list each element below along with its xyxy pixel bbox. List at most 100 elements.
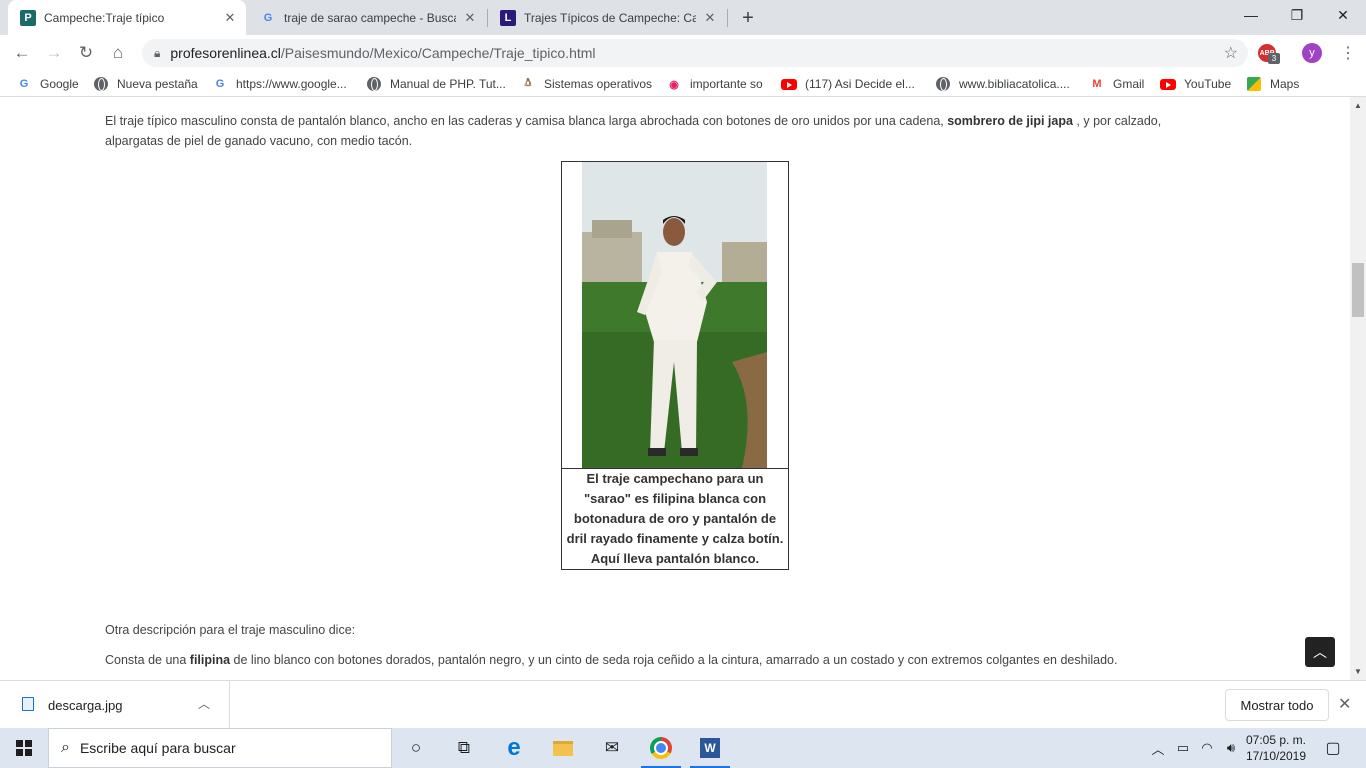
profile-avatar[interactable]: y [1302, 43, 1322, 63]
task-view-icon[interactable]: ⧉ [440, 728, 488, 768]
bookmark-label: (117) Asi Decide el... [805, 77, 915, 91]
back-arrow-icon[interactable]: ← [8, 39, 36, 67]
tab-separator [727, 9, 728, 27]
download-item[interactable]: descarga.jpg ︿ [0, 681, 230, 729]
close-window-icon[interactable]: ✕ [1320, 0, 1366, 30]
back-to-top-button[interactable]: ︿ [1305, 637, 1335, 667]
mail-icon[interactable]: ✉ [588, 728, 636, 768]
menu-dots-icon[interactable]: ⋮ [1336, 39, 1360, 67]
paragraph-text: Consta de una [105, 653, 190, 667]
second-description-paragraph: Consta de una filipina de lino blanco co… [105, 650, 1215, 670]
word-taskbar-icon[interactable]: W [686, 728, 734, 768]
vertical-scrollbar[interactable] [1350, 97, 1366, 680]
bookmark-label: https://www.google... [236, 77, 347, 91]
paragraph-text: de lino blanco con botones dorados, pant… [230, 653, 1118, 667]
bookmark-gmail[interactable]: M Gmail [1089, 75, 1144, 93]
bookmark-label: Gmail [1113, 77, 1145, 91]
tab-title: Trajes Típicos de Campeche: Cara [524, 10, 696, 25]
cortana-icon[interactable]: ○ [392, 728, 440, 768]
volume-icon[interactable]: 🔊︎ [1220, 728, 1242, 768]
bookmark-sistemas-operativos[interactable]: 🐧︎ Sistemas operativos [520, 75, 652, 93]
restore-icon[interactable]: ❐ [1274, 0, 1320, 30]
reload-icon[interactable]: ↻ [72, 39, 100, 67]
taskbar-search-box[interactable]: ⌕ Escribe aquí para buscar [48, 728, 392, 768]
edge-browser-icon[interactable]: e [490, 728, 538, 768]
bookmark-maps[interactable]: Maps [1246, 75, 1299, 93]
bookmark-label: Sistemas operativos [544, 77, 653, 91]
battery-icon[interactable]: ▭ [1172, 728, 1194, 768]
second-description-intro: Otra descripción para el traje masculino… [105, 623, 356, 637]
tab-title: traje de sarao campeche - Buscar [284, 10, 456, 25]
home-icon[interactable]: ⌂ [104, 39, 132, 67]
scroll-up-arrow-icon[interactable]: ▲ [1352, 99, 1364, 111]
new-tab-icon[interactable]: + [736, 6, 760, 30]
bookmark-label: Manual de PHP. Tut... [390, 77, 506, 91]
url-path: /Paisesmundo/Mexico/Campeche/Traje_tipic… [280, 45, 596, 61]
youtube-icon [1160, 76, 1176, 92]
windows-logo-icon [16, 740, 32, 756]
close-download-bar-icon[interactable]: ✕ [1338, 694, 1351, 714]
bookmark-nueva-pestana[interactable]: Nueva pestaña [93, 75, 198, 93]
notification-center-icon[interactable]: ▢ [1318, 728, 1348, 768]
paragraph-text: El traje típico masculino consta de pant… [105, 114, 948, 128]
tab-title: Campeche:Traje típico [44, 10, 165, 25]
close-tab-icon[interactable]: ✕ [462, 10, 478, 26]
extension-badge: 3 [1268, 53, 1280, 64]
bookmarks-bar: G Google Nueva pestaña G https://www.goo… [0, 71, 1366, 97]
clock-time: 07:05 p. m. [1245, 733, 1307, 747]
bookmark-label: Nueva pestaña [117, 77, 198, 91]
chevron-up-icon: ︿ [1313, 644, 1327, 660]
maps-icon [1246, 76, 1262, 92]
download-filename: descarga.jpg [48, 698, 123, 713]
windows-taskbar: ⌕ Escribe aquí para buscar ○ ⧉ e ✉ W ︿ ▭… [0, 728, 1366, 768]
bookmark-youtube-video[interactable]: (117) Asi Decide el... [781, 75, 915, 93]
google-icon: G [215, 78, 225, 90]
scrollbar-thumb[interactable] [1352, 263, 1364, 317]
close-tab-icon[interactable]: ✕ [222, 10, 238, 26]
minimize-icon[interactable]: — [1228, 0, 1274, 30]
chevron-up-icon[interactable]: ︿ [198, 695, 210, 712]
globe-icon [935, 76, 951, 92]
tab-google-search[interactable]: G traje de sarao campeche - Buscar ✕ [248, 0, 486, 35]
bookmark-label: www.bibliacatolica.... [959, 77, 1070, 91]
bookmark-star-icon[interactable]: ☆ [1224, 43, 1238, 63]
bookmark-label: Maps [1270, 77, 1300, 91]
gmail-icon: M [1092, 78, 1102, 90]
lock-icon[interactable]: 🔒︎ [154, 46, 160, 61]
lips-icon: ◉ [669, 78, 679, 91]
man-in-white-suit-photo [582, 162, 767, 468]
download-bar: descarga.jpg ︿ Mostrar todo ✕ [0, 680, 1366, 729]
bookmark-bibliacatolica[interactable]: www.bibliacatolica.... [935, 75, 1070, 93]
youtube-icon [781, 76, 797, 92]
profesorenlinea-favicon-icon: P [20, 9, 36, 26]
bookmark-label: Google [40, 77, 79, 91]
bookmark-manual-php[interactable]: Manual de PHP. Tut... [366, 75, 506, 93]
start-button[interactable] [0, 728, 48, 768]
google-favicon-icon: G [263, 11, 273, 24]
search-icon: ⌕ [61, 739, 70, 756]
bookmark-google-url[interactable]: G https://www.google... [212, 75, 347, 93]
bookmark-youtube[interactable]: YouTube [1160, 75, 1231, 93]
show-hidden-icons-icon[interactable]: ︿ [1148, 728, 1168, 768]
bookmark-google[interactable]: G Google [16, 75, 79, 93]
forward-arrow-icon[interactable]: → [40, 39, 68, 67]
chrome-taskbar-icon[interactable] [637, 728, 685, 768]
bookmark-importante[interactable]: ◉ importante so [666, 75, 763, 93]
wifi-icon[interactable]: ◠ [1196, 728, 1218, 768]
globe-icon [93, 76, 109, 92]
tab-campeche[interactable]: P Campeche:Traje típico ✕ [8, 0, 246, 35]
show-all-button[interactable]: Mostrar todo [1225, 689, 1329, 721]
intro-paragraph: El traje típico masculino consta de pant… [105, 111, 1215, 151]
file-explorer-icon[interactable] [539, 728, 587, 768]
globe-icon [366, 76, 382, 92]
close-tab-icon[interactable]: ✕ [702, 10, 718, 26]
l-favicon-icon: L [500, 9, 516, 26]
taskbar-clock[interactable]: 07:05 p. m. 17/10/2019 [1244, 732, 1308, 764]
clock-date: 17/10/2019 [1245, 749, 1307, 763]
search-placeholder: Escribe aquí para buscar [79, 740, 236, 756]
url-domain: profesorenlinea.cl [170, 45, 281, 61]
tab-trajes-tipicos[interactable]: L Trajes Típicos de Campeche: Cara ✕ [488, 0, 726, 35]
address-bar[interactable]: 🔒︎ profesorenlinea.cl/Paisesmundo/Mexico… [142, 39, 1248, 67]
scroll-down-arrow-icon[interactable]: ▼ [1352, 665, 1364, 677]
tux-icon: 🐧︎ [524, 77, 532, 89]
